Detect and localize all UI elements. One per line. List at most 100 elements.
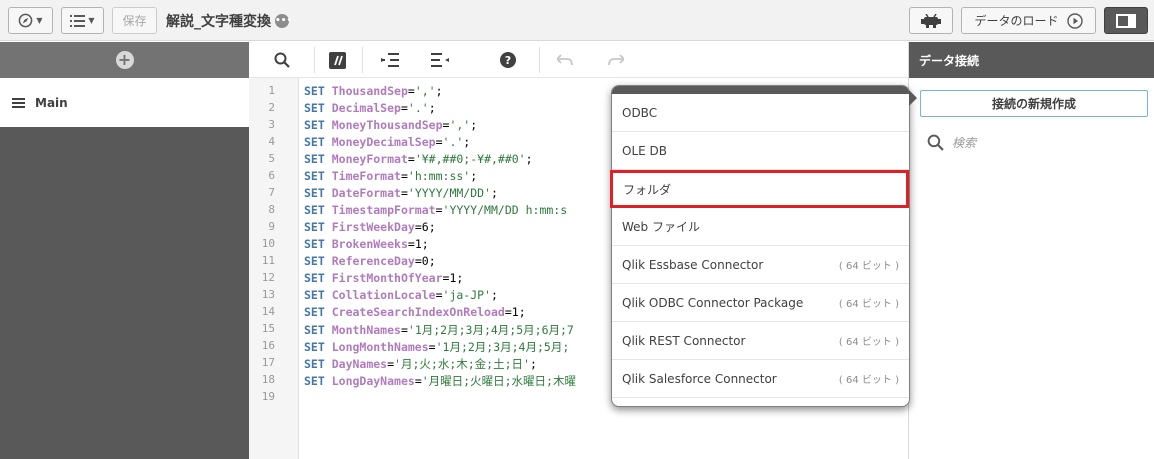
code-variable-name: CreateSearchIndexOnReload (331, 305, 505, 319)
code-variable-name: LongDayNames (331, 374, 415, 388)
code-line: SET DecimalSep='.'; (304, 101, 436, 115)
connection-type-option[interactable]: Qlik Salesforce Connector ( 64 ビット ) (612, 360, 909, 398)
code-operator: = (435, 135, 443, 149)
outdent-button[interactable] (431, 51, 449, 69)
code-keyword: SET (304, 152, 325, 166)
code-keyword: SET (304, 305, 325, 319)
dropdown-pointer (909, 90, 917, 106)
code-value: '¥#,##0;-¥#,##0' (414, 152, 526, 166)
connection-type-option[interactable]: OLE DB (612, 132, 909, 170)
code-value: 'YYYY/MM/DD' (407, 186, 491, 200)
line-number: 6 (268, 169, 275, 182)
save-button[interactable]: 保存 (112, 7, 157, 34)
code-value: 1 (511, 305, 519, 319)
search-icon (927, 134, 944, 151)
create-new-connection-button[interactable]: 接続の新規作成 (920, 90, 1148, 117)
code-keyword: SET (304, 254, 325, 268)
undo-icon (557, 54, 573, 66)
code-keyword: SET (304, 323, 325, 337)
code-value: '.' (407, 101, 429, 115)
code-line: SET FirstMonthOfYear=1; (304, 271, 463, 285)
code-operator: = (407, 237, 415, 251)
code-terminator: ; (428, 254, 436, 268)
toolbar-divider (314, 47, 315, 73)
connection-type-label: Qlik REST Connector (622, 333, 746, 348)
code-operator: = (435, 288, 443, 302)
connection-type-dropdown: ODBC OLE DB フォルダ Web ファイル Qlik Essbase Conne… (610, 85, 917, 407)
connection-type-option[interactable]: ODBC (612, 94, 909, 132)
redo-button[interactable] (607, 51, 625, 69)
undo-button[interactable] (556, 51, 574, 69)
sheets-menu-button[interactable]: ▼ (61, 7, 104, 34)
connection-type-option[interactable]: Qlik REST Connector ( 64 ビット ) (612, 322, 909, 360)
code-terminator: ; (470, 169, 478, 183)
code-keyword: SET (304, 374, 325, 388)
add-section-button[interactable]: + (0, 42, 249, 78)
connection-type-label: OLE DB (622, 143, 667, 158)
code-variable-name: MoneyThousandSep (331, 118, 443, 132)
help-button[interactable]: ? (499, 51, 517, 69)
chevron-down-icon: ▼ (88, 16, 95, 25)
code-variable-name: MoneyDecimalSep (331, 135, 436, 149)
connection-type-option[interactable]: Qlik Essbase Connector ( 64 ビット ) (612, 246, 909, 284)
code-operator: = (400, 323, 408, 337)
help-icon: ? (500, 52, 516, 68)
connection-type-label: Web ファイル (622, 220, 700, 234)
connection-type-option[interactable]: フォルダ (610, 170, 909, 208)
code-keyword: SET (304, 237, 325, 251)
code-line: SET FirstWeekDay=6; (304, 220, 436, 234)
code-value: '1月;2月;3月;4月;5月; (435, 340, 570, 354)
line-number: 4 (268, 135, 275, 148)
code-operator: = (414, 374, 422, 388)
code-variable-name: DayNames (331, 357, 388, 371)
indent-icon (381, 53, 399, 67)
load-data-button[interactable]: データのロード (961, 7, 1096, 34)
comment-button[interactable] (328, 51, 346, 69)
code-operator: = (400, 186, 408, 200)
indent-button[interactable] (381, 51, 399, 69)
code-value: '.' (442, 135, 464, 149)
search-button[interactable] (273, 51, 291, 69)
code-keyword: SET (304, 220, 325, 234)
code-operator: = (414, 254, 422, 268)
code-variable-name: ThousandSep (331, 84, 408, 98)
navigation-button[interactable]: ▼ (8, 7, 53, 34)
code-terminator: ; (428, 220, 436, 234)
connection-search[interactable]: 検索 (927, 134, 976, 151)
code-keyword: SET (304, 271, 325, 285)
code-terminator: ; (421, 237, 429, 251)
code-operator: = (428, 340, 436, 354)
code-terminator: ; (435, 84, 443, 98)
code-line: SET ThousandSep=','; (304, 84, 443, 98)
more-icon[interactable]: ••• (275, 14, 292, 28)
connection-type-option[interactable]: Qlik ODBC Connector Package ( 64 ビット ) (612, 284, 909, 322)
connection-type-label: Qlik Salesforce Connector (622, 371, 777, 386)
code-terminator: ; (490, 288, 498, 302)
line-number-gutter: 1 2 3 4 5 6 7 8 9 10 11 12 13 14 15 16 17 18 19 (249, 78, 299, 459)
panel-toggle-button[interactable] (1104, 7, 1148, 34)
code-line: SET LongMonthNames='1月;2月;3月;4月;5月; (304, 339, 569, 355)
code-operator: = (504, 305, 512, 319)
code-keyword: SET (304, 288, 325, 302)
code-line: SET ReferenceDay=0; (304, 254, 436, 268)
outdent-icon (431, 53, 449, 67)
section-item-main[interactable]: Main (0, 78, 249, 127)
code-operator: = (407, 152, 415, 166)
compass-icon (19, 13, 33, 28)
line-number: 19 (261, 390, 275, 403)
connection-type-option[interactable]: Web ファイル (612, 208, 909, 246)
app-title-text: 解説_文字種変換 (166, 14, 271, 30)
bitness-label: ( 64 ビット ) (838, 261, 899, 272)
svg-text:?: ? (505, 54, 511, 67)
code-line: SET BrokenWeeks=1; (304, 237, 429, 251)
code-variable-name: MonthNames (331, 323, 401, 337)
debug-button[interactable] (909, 7, 953, 34)
code-line: SET CollationLocale='ja-JP'; (304, 288, 498, 302)
line-number: 11 (261, 254, 275, 267)
